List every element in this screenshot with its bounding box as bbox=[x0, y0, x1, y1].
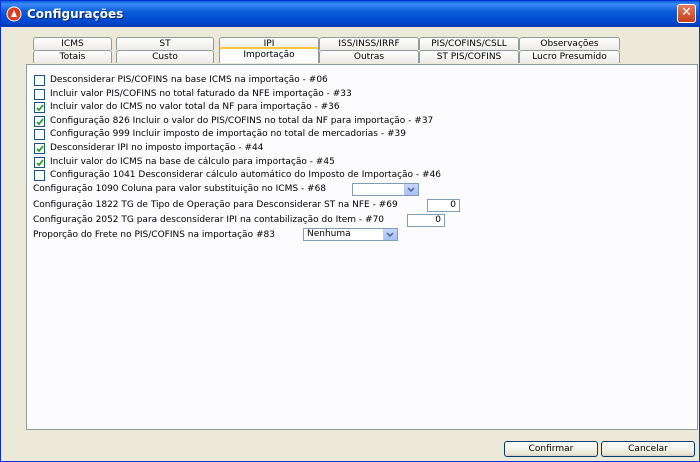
option-label: Incluir valor PIS/COFINS no total fatura… bbox=[50, 89, 352, 99]
check-icon bbox=[36, 118, 44, 126]
confirm-label: Confirmar bbox=[528, 444, 574, 454]
config-window: Configurações ✕ ICMS ST IPI ISS/INSS/IRRF PI… bbox=[0, 0, 700, 462]
tab-custo-label: Custo bbox=[152, 52, 178, 62]
tab-observacoes-label: Observações bbox=[540, 39, 599, 49]
option-label: Desconsiderar PIS/COFINS na base ICMS na… bbox=[50, 75, 328, 85]
option-checkbox[interactable] bbox=[34, 116, 45, 127]
option-checkbox[interactable] bbox=[34, 143, 45, 154]
close-button[interactable]: ✕ bbox=[677, 4, 696, 23]
tab-totais[interactable]: Totais bbox=[33, 50, 112, 63]
option-label: Configuração 1041 Desconsiderar cálculo … bbox=[50, 170, 442, 180]
option-label: Configuração 826 Incluir o valor do PIS/… bbox=[50, 116, 434, 126]
option-checkbox[interactable] bbox=[34, 89, 45, 100]
tab-observacoes[interactable]: Observações bbox=[519, 37, 620, 50]
tab-lucro-presumido-label: Lucro Presumido bbox=[532, 52, 607, 62]
tab-st-pis-cofins-label: ST PIS/COFINS bbox=[436, 52, 502, 62]
tab-st-pis-cofins[interactable]: ST PIS/COFINS bbox=[419, 50, 519, 63]
config1822-input[interactable]: 0 bbox=[427, 199, 460, 212]
tab-st[interactable]: ST bbox=[116, 37, 214, 50]
check-icon bbox=[36, 104, 44, 112]
tab-importacao-label: Importação bbox=[243, 50, 295, 60]
option-checkbox[interactable] bbox=[34, 157, 45, 168]
config1822-label: Configuração 1822 TG de Tipo de Operação… bbox=[33, 200, 398, 210]
cancel-button[interactable]: Cancelar bbox=[601, 441, 695, 457]
tab-custo[interactable]: Custo bbox=[116, 50, 214, 63]
frete-value: Nenhuma bbox=[307, 229, 351, 239]
option-label: Desconsiderar IPI no imposto importação … bbox=[50, 143, 264, 153]
tab-importacao[interactable]: Importação bbox=[219, 47, 319, 63]
tab-iss-inss-irrf[interactable]: ISS/INSS/IRRF bbox=[319, 37, 419, 50]
tab-totais-label: Totais bbox=[59, 52, 86, 62]
option-checkbox[interactable] bbox=[34, 75, 45, 86]
frete-select[interactable]: Nenhuma bbox=[303, 228, 398, 241]
confirm-button[interactable]: Confirmar bbox=[504, 441, 598, 457]
window-title: Configurações bbox=[27, 7, 124, 21]
tab-st-label: ST bbox=[159, 39, 171, 49]
tab-iss-inss-irrf-label: ISS/INSS/IRRF bbox=[338, 39, 400, 49]
chevron-down-icon[interactable] bbox=[383, 229, 397, 240]
chevron-down-icon[interactable] bbox=[404, 184, 418, 195]
app-icon bbox=[6, 6, 22, 22]
option-checkbox[interactable] bbox=[34, 102, 45, 113]
option-label: Configuração 999 Incluir imposto de impo… bbox=[50, 129, 406, 139]
option-checkbox[interactable] bbox=[34, 129, 45, 140]
tab-outras-label: Outras bbox=[353, 52, 385, 62]
check-icon bbox=[36, 159, 44, 167]
title-bar[interactable]: Configurações ✕ bbox=[1, 1, 699, 27]
option-label: Incluir valor do ICMS no valor total da … bbox=[50, 102, 340, 112]
config2052-label: Configuração 2052 TG para desconsiderar … bbox=[33, 215, 385, 225]
close-icon: ✕ bbox=[681, 5, 692, 20]
tab-icms-label: ICMS bbox=[61, 39, 84, 49]
tab-pis-cofins-csll[interactable]: PIS/COFINS/CSLL bbox=[419, 37, 519, 50]
config1090-label: Configuração 1090 Coluna para valor subs… bbox=[33, 184, 327, 194]
option-label: Incluir valor do ICMS na base de cálculo… bbox=[50, 157, 335, 167]
tab-lucro-presumido[interactable]: Lucro Presumido bbox=[519, 50, 620, 63]
cancel-label: Cancelar bbox=[628, 444, 668, 454]
check-icon bbox=[36, 145, 44, 153]
config2052-input[interactable]: 0 bbox=[407, 214, 445, 227]
tab-icms[interactable]: ICMS bbox=[33, 37, 112, 50]
tab-outras[interactable]: Outras bbox=[319, 50, 419, 63]
config1090-select[interactable] bbox=[352, 183, 419, 196]
tab-pis-cofins-csll-label: PIS/COFINS/CSLL bbox=[431, 39, 507, 49]
option-checkbox[interactable] bbox=[34, 170, 45, 181]
frete-label: Proporção do Frete no PIS/COFINS na impo… bbox=[33, 230, 275, 240]
